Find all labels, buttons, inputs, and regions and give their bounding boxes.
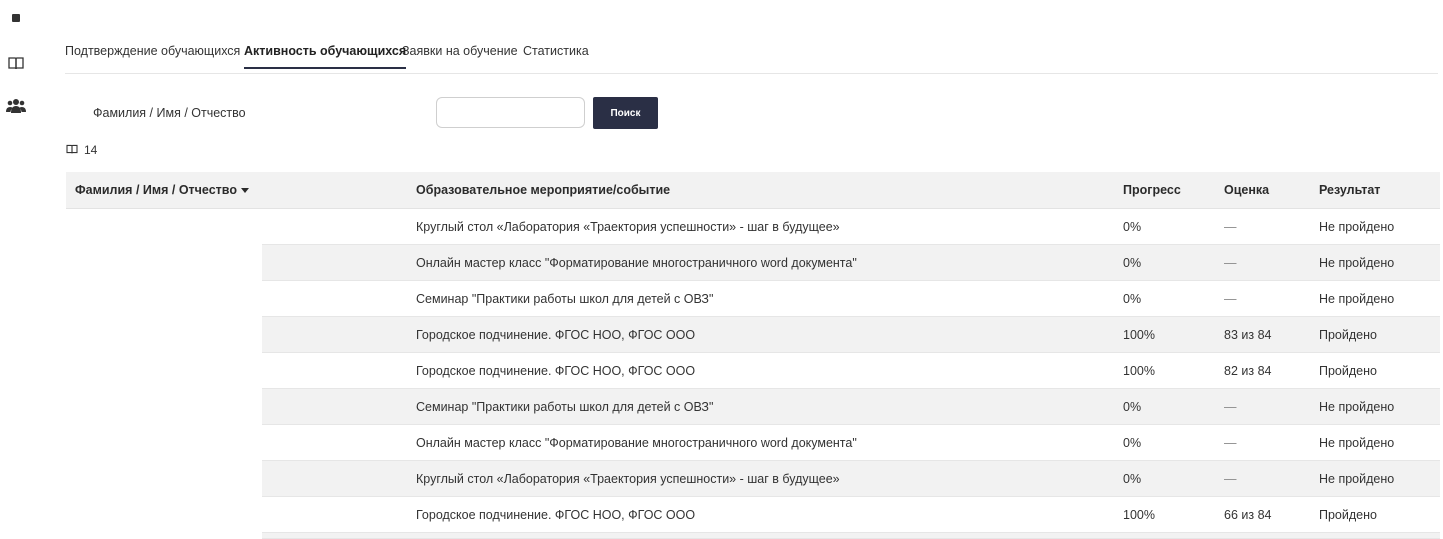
table-row: Онлайн мастер класс "Форматирование мног… (66, 245, 1440, 281)
cell-progress: 0% (1123, 472, 1142, 486)
cell-grade: — (1224, 220, 1237, 234)
tab-bar: Подтверждение обучающихся Активность обу… (65, 40, 1438, 74)
book-icon[interactable] (6, 53, 26, 73)
table-row: Круглый стол «Лаборатория «Траектория ус… (66, 461, 1440, 497)
table-row-partial (66, 533, 1440, 539)
column-header-progress: Прогресс (1123, 183, 1181, 197)
cell-event: Круглый стол «Лаборатория «Траектория ус… (416, 472, 840, 486)
cell-result: Пройдено (1319, 508, 1377, 522)
sort-caret-icon (240, 188, 249, 194)
tab-confirm-students[interactable]: Подтверждение обучающихся (65, 44, 240, 58)
name-filter-label: Фамилия / Имя / Отчество (93, 106, 246, 120)
cell-result: Пройдено (1319, 364, 1377, 378)
cell-progress: 0% (1123, 256, 1142, 270)
column-header-name[interactable]: Фамилия / Имя / Отчество (75, 183, 249, 197)
cell-progress: 100% (1123, 328, 1155, 342)
cell-progress: 100% (1123, 364, 1155, 378)
cell-result: Не пройдено (1319, 256, 1395, 270)
cell-result: Не пройдено (1319, 400, 1395, 414)
search-button[interactable]: Поиск (593, 97, 658, 129)
cell-event: Круглый стол «Лаборатория «Траектория ус… (416, 220, 840, 234)
cell-progress: 0% (1123, 400, 1142, 414)
column-header-result: Результат (1319, 183, 1381, 197)
cell-result: Не пройдено (1319, 436, 1395, 450)
cell-grade: — (1224, 256, 1237, 270)
count-value: 14 (84, 143, 98, 157)
cell-grade: 82 из 84 (1224, 364, 1272, 378)
cell-result: Не пройдено (1319, 472, 1395, 486)
name-search-input[interactable] (436, 97, 585, 128)
cell-event: Городское подчинение. ФГОС НОО, ФГОС ООО (416, 364, 696, 378)
tab-statistics[interactable]: Статистика (523, 44, 589, 58)
table-header: Фамилия / Имя / Отчество Образовательное… (66, 172, 1440, 209)
tab-training-requests[interactable]: Заявки на обучение (402, 44, 518, 58)
cell-event: Онлайн мастер класс "Форматирование мног… (416, 256, 857, 270)
table-row: Городское подчинение. ФГОС НОО, ФГОС ООО… (66, 353, 1440, 389)
table-row: Круглый стол «Лаборатория «Траектория ус… (66, 209, 1440, 245)
cell-grade: 66 из 84 (1224, 508, 1272, 522)
left-sidebar (0, 0, 32, 535)
cell-progress: 0% (1123, 220, 1142, 234)
table-row: Онлайн мастер класс "Форматирование мног… (66, 425, 1440, 461)
column-header-event: Образовательное мероприятие/событие (416, 183, 671, 197)
cell-result: Не пройдено (1319, 292, 1395, 306)
cell-grade: — (1224, 472, 1237, 486)
cell-grade: — (1224, 292, 1237, 306)
table-row: Городское подчинение. ФГОС НОО, ФГОС ООО… (66, 497, 1440, 533)
tab-student-activity[interactable]: Активность обучающихся (244, 44, 407, 69)
cell-result: Не пройдено (1319, 220, 1395, 234)
cell-grade: — (1224, 400, 1237, 414)
cell-grade: — (1224, 436, 1237, 450)
square-icon[interactable] (6, 8, 26, 28)
cell-result: Пройдено (1319, 328, 1377, 342)
activity-table: Фамилия / Имя / Отчество Образовательное… (66, 172, 1440, 539)
result-count: 14 (66, 143, 97, 157)
table-row: Семинар "Практики работы школ для детей … (66, 281, 1440, 317)
cell-progress: 0% (1123, 292, 1142, 306)
users-icon[interactable] (6, 96, 26, 116)
cell-event: Онлайн мастер класс "Форматирование мног… (416, 436, 857, 450)
cell-progress: 100% (1123, 508, 1155, 522)
cell-grade: 83 из 84 (1224, 328, 1272, 342)
cell-event: Городское подчинение. ФГОС НОО, ФГОС ООО (416, 328, 696, 342)
book-icon (66, 143, 78, 157)
cell-event: Городское подчинение. ФГОС НОО, ФГОС ООО (416, 508, 696, 522)
table-row: Городское подчинение. ФГОС НОО, ФГОС ООО… (66, 317, 1440, 353)
cell-event: Семинар "Практики работы школ для детей … (416, 400, 714, 414)
cell-progress: 0% (1123, 436, 1142, 450)
table-row: Семинар "Практики работы школ для детей … (66, 389, 1440, 425)
column-header-grade: Оценка (1224, 183, 1270, 197)
cell-event: Семинар "Практики работы школ для детей … (416, 292, 714, 306)
